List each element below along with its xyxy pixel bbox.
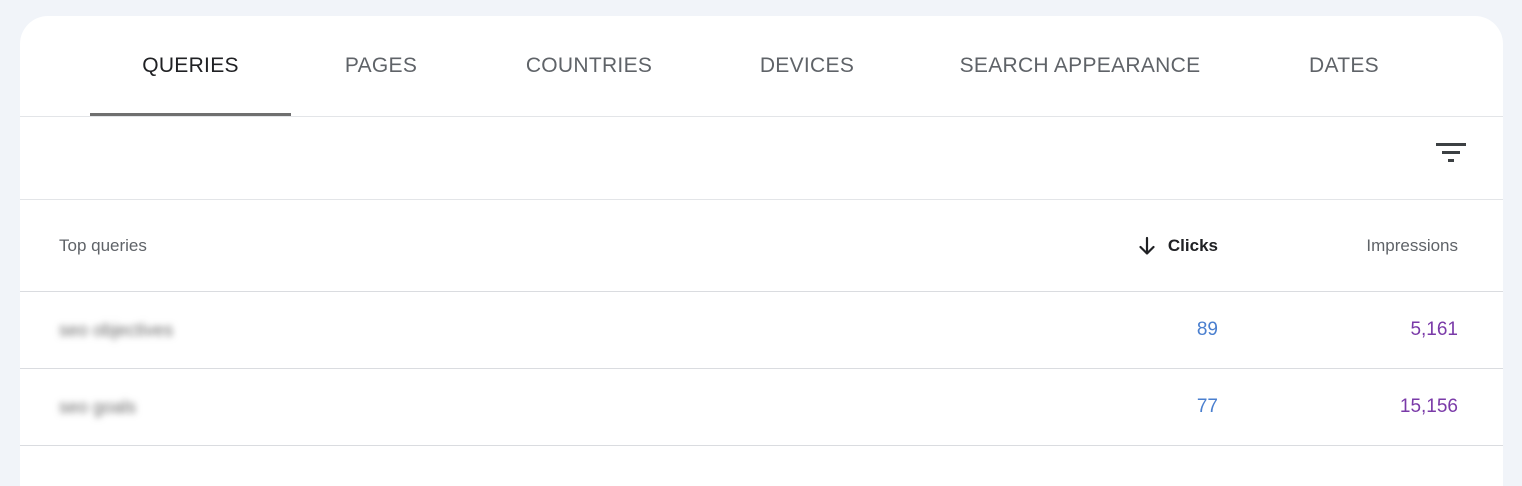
tab-pages[interactable]: PAGES [326, 16, 436, 116]
arrow-down-icon [1136, 235, 1158, 257]
clicks-header-label: Clicks [1167, 235, 1218, 255]
tab-queries[interactable]: QUERIES [90, 16, 291, 116]
query-cell: seo objectives [59, 319, 174, 340]
filter-icon [1436, 142, 1466, 169]
clicks-cell: 89 [1196, 319, 1218, 340]
dimension-tabs: QUERIES PAGES COUNTRIES DEVICES SEARCH A… [20, 16, 1503, 117]
tab-devices[interactable]: DEVICES [742, 16, 872, 116]
tab-dates[interactable]: DATES [1288, 16, 1400, 116]
column-header-impressions[interactable]: Impressions [1366, 200, 1458, 291]
column-header-clicks[interactable]: Clicks [1136, 200, 1218, 291]
table-toolbar [20, 117, 1503, 200]
clicks-cell: 77 [1196, 396, 1218, 417]
tab-countries[interactable]: COUNTRIES [509, 16, 669, 116]
impressions-cell: 5,161 [1410, 319, 1458, 340]
performance-report-card: QUERIES PAGES COUNTRIES DEVICES SEARCH A… [20, 16, 1503, 486]
filter-button[interactable] [1435, 139, 1467, 171]
query-cell: seo goals [59, 396, 137, 417]
table-row[interactable]: seo objectives 89 5,161 [20, 292, 1503, 369]
table-header: Top queries Clicks Impressions [20, 200, 1503, 292]
active-tab-indicator [90, 113, 291, 116]
tab-search-appearance[interactable]: SEARCH APPEARANCE [945, 16, 1215, 116]
column-header-top-queries[interactable]: Top queries [59, 200, 147, 291]
table-row[interactable]: seo goals 77 15,156 [20, 369, 1503, 446]
impressions-cell: 15,156 [1399, 396, 1458, 417]
